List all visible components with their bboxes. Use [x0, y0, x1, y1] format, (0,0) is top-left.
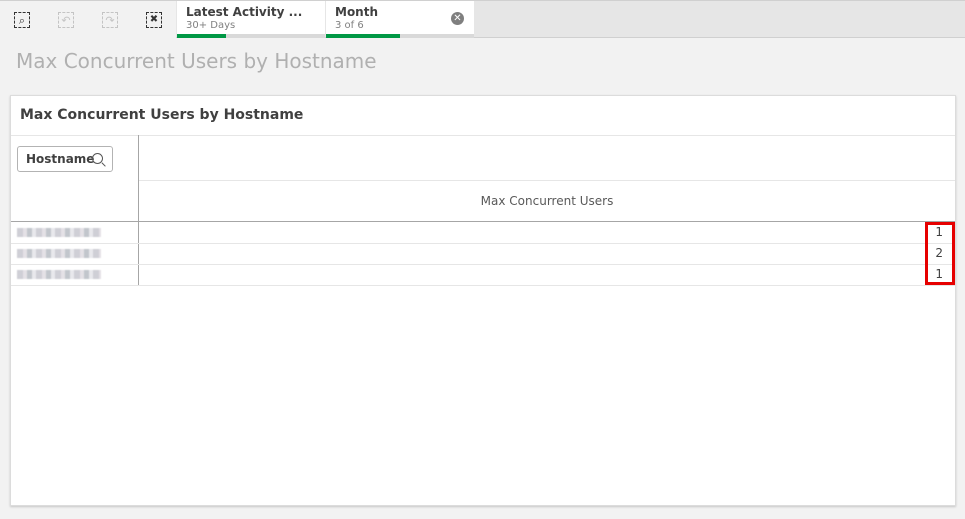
hostname-cell[interactable] — [17, 249, 101, 258]
selection-field-name: Latest Activity ... — [186, 5, 303, 19]
selection-state-fill — [177, 34, 226, 38]
smart-search-button[interactable]: ⌕ — [14, 12, 30, 28]
hostname-cell[interactable] — [17, 270, 101, 279]
undo-icon: ↶ — [61, 13, 71, 27]
table-title: Max Concurrent Users by Hostname — [20, 107, 304, 123]
selections-toolbar: ⌕ ↶ ↷ ✖ Latest Activity ... 30+ Days Mon… — [0, 0, 965, 38]
hostname-cell[interactable] — [17, 228, 101, 237]
table-row: 1 — [11, 264, 955, 285]
step-forward-button[interactable]: ↷ — [102, 12, 118, 28]
dimension-label: Hostname — [26, 152, 95, 166]
close-circle-icon[interactable]: ✕ — [451, 12, 464, 25]
title-divider — [11, 135, 955, 136]
table-row: 2 — [11, 243, 955, 264]
highlight-annotation — [925, 222, 955, 285]
selection-chip-month[interactable]: Month 3 of 6 ✕ — [326, 1, 474, 38]
selection-state-fill — [326, 34, 400, 38]
table-card: Max Concurrent Users by Hostname Hostnam… — [10, 95, 956, 506]
selection-value: 30+ Days — [186, 20, 236, 31]
table-row: 1 — [11, 222, 955, 243]
selection-state-bar — [326, 34, 474, 38]
clear-selections-icon: ✖ — [149, 14, 159, 25]
search-icon — [92, 153, 103, 164]
row-divider — [11, 285, 955, 286]
selection-state-bar — [177, 34, 325, 38]
clear-all-selections-button[interactable]: ✖ — [146, 12, 162, 28]
measure-column-header[interactable]: Max Concurrent Users — [139, 181, 955, 221]
redo-icon: ↷ — [105, 13, 115, 27]
hostname-search-button[interactable]: Hostname — [17, 146, 113, 172]
step-back-button[interactable]: ↶ — [58, 12, 74, 28]
selection-field-name: Month — [335, 5, 379, 19]
selection-value: 3 of 6 — [335, 20, 364, 31]
toolbar-actions: ⌕ ↶ ↷ ✖ — [0, 1, 176, 38]
selection-chip-latest-activity[interactable]: Latest Activity ... 30+ Days — [177, 1, 325, 38]
search-icon: ⌕ — [18, 13, 26, 27]
sheet-title: Max Concurrent Users by Hostname — [16, 49, 377, 73]
